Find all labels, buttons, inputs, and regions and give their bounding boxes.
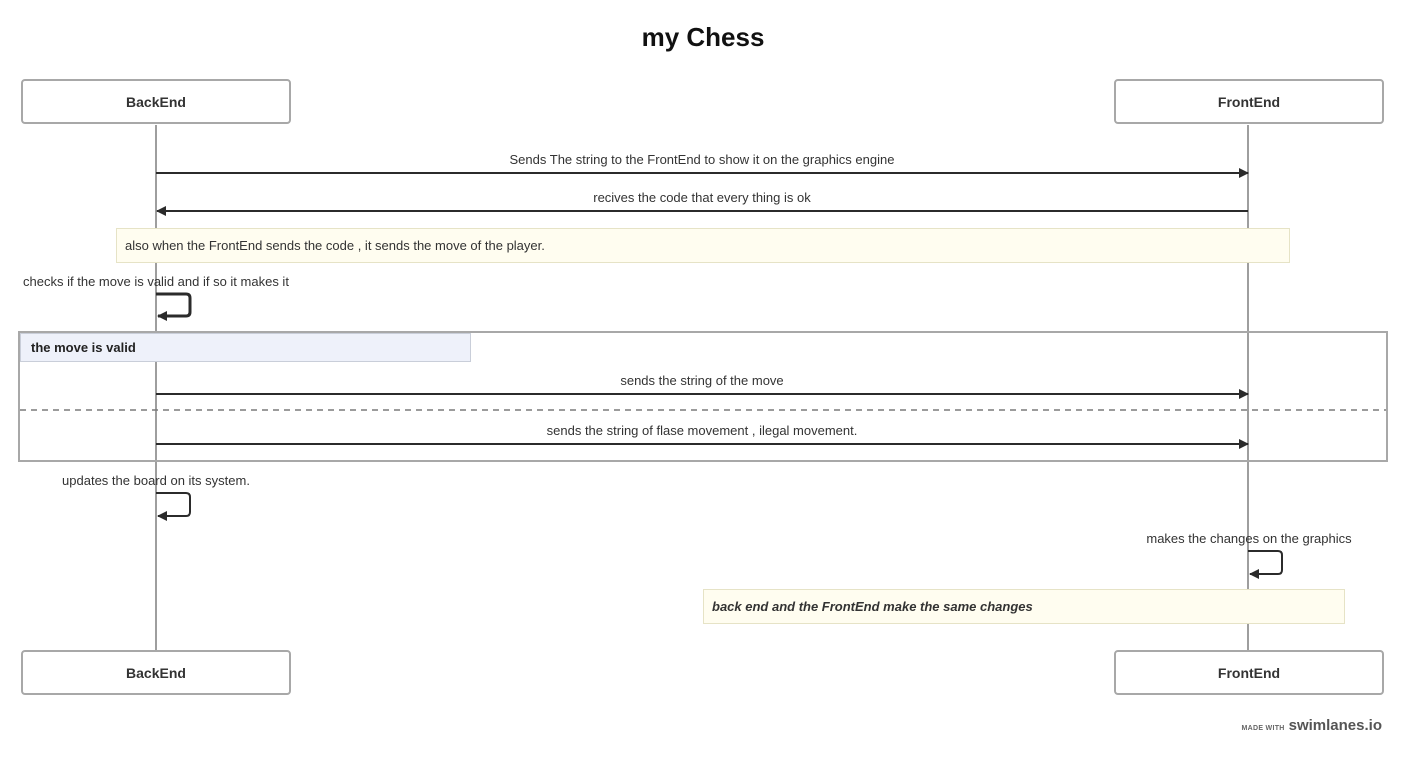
self-arrow-updates	[156, 492, 191, 521]
actor-frontend-bottom[interactable]: FrontEnd	[1114, 650, 1384, 695]
note-player-move: also when the FrontEnd sends the code , …	[116, 228, 1290, 263]
brand-link[interactable]: swimlanes.io	[1289, 717, 1382, 734]
message-label-illegal: sends the string of flase movement , ile…	[546, 423, 858, 438]
actor-backend-top[interactable]: BackEnd	[21, 79, 291, 124]
self-arrow-checks	[156, 292, 192, 321]
self-message-label-checks: checks if the move is valid and if so it…	[23, 274, 289, 289]
actor-frontend-top[interactable]: FrontEnd	[1114, 79, 1384, 124]
actor-backend-bottom[interactable]: BackEnd	[21, 650, 291, 695]
self-message-label-updates: updates the board on its system.	[62, 473, 250, 488]
self-arrow-graphics	[1248, 550, 1283, 579]
note-same-changes: back end and the FrontEnd make the same …	[703, 589, 1345, 624]
message-label-2: recives the code that every thing is ok	[593, 190, 811, 205]
made-with-footer[interactable]: MADE WITH swimlanes.io	[1241, 717, 1382, 734]
message-label-1: Sends The string to the FrontEnd to show…	[509, 152, 895, 167]
message-label-move: sends the string of the move	[620, 373, 784, 388]
made-with-label: MADE WITH	[1241, 725, 1285, 732]
self-message-label-graphics: makes the changes on the graphics	[1146, 531, 1352, 546]
condition-label: the move is valid	[20, 333, 471, 362]
